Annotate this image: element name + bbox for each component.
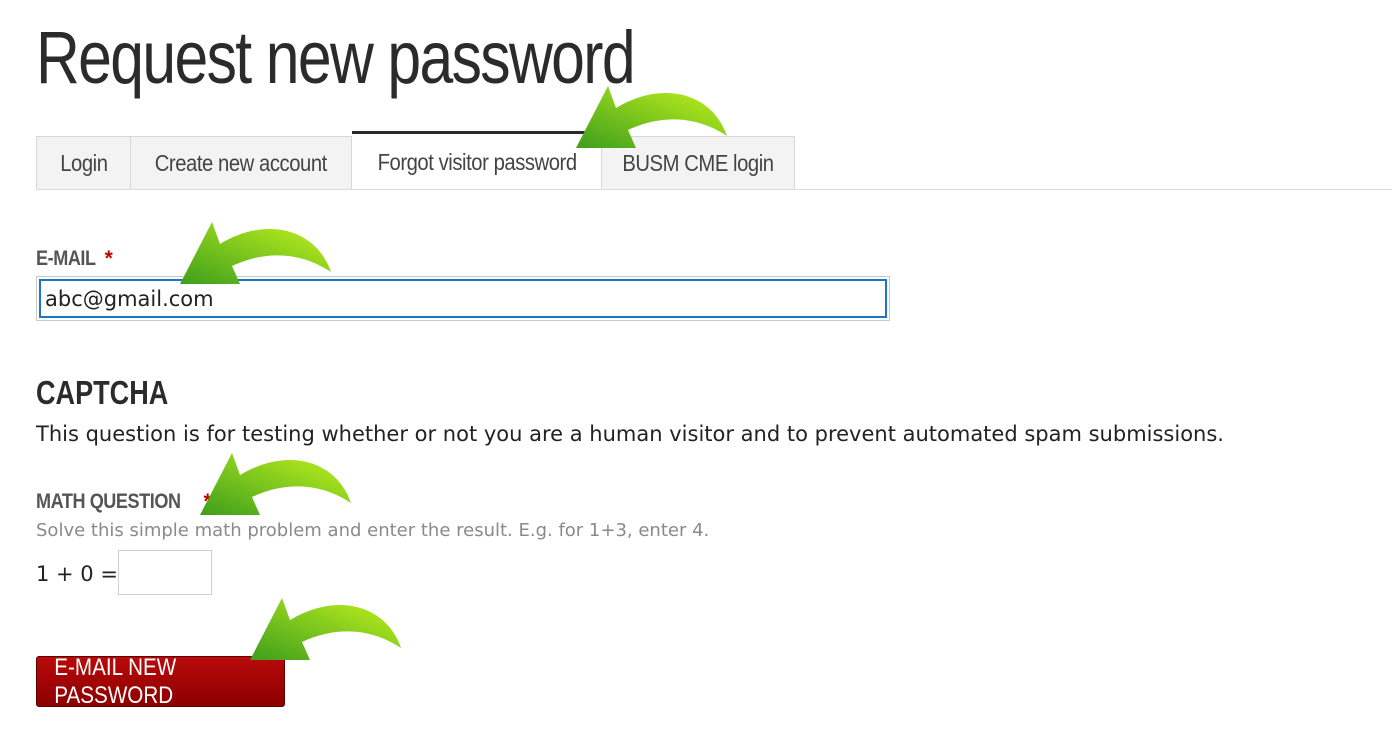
tab-divider [36,189,1392,190]
math-answer-input[interactable] [118,550,212,595]
tab-create-account[interactable]: Create new account [130,136,352,190]
math-help-text: Solve this simple math problem and enter… [36,520,710,541]
annotation-arrow-icon [180,222,331,284]
captcha-title: CAPTCHA [36,374,169,411]
email-field[interactable] [39,279,887,318]
annotation-arrow-icon [250,598,401,660]
math-equation: 1 + 0 = [36,562,118,586]
annotation-arrow-icon [200,453,351,515]
tab-login[interactable]: Login [36,136,131,190]
annotation-arrow-icon [576,86,727,148]
tab-forgot-password[interactable]: Forgot visitor password [352,131,602,190]
math-question-label: MATH QUESTION * [36,490,212,514]
page-title: Request new password [36,16,636,99]
required-mark: * [104,247,113,270]
email-label: E-MAIL * [36,247,113,270]
email-field-wrapper [36,276,890,321]
captcha-description: This question is for testing whether or … [36,422,1224,446]
